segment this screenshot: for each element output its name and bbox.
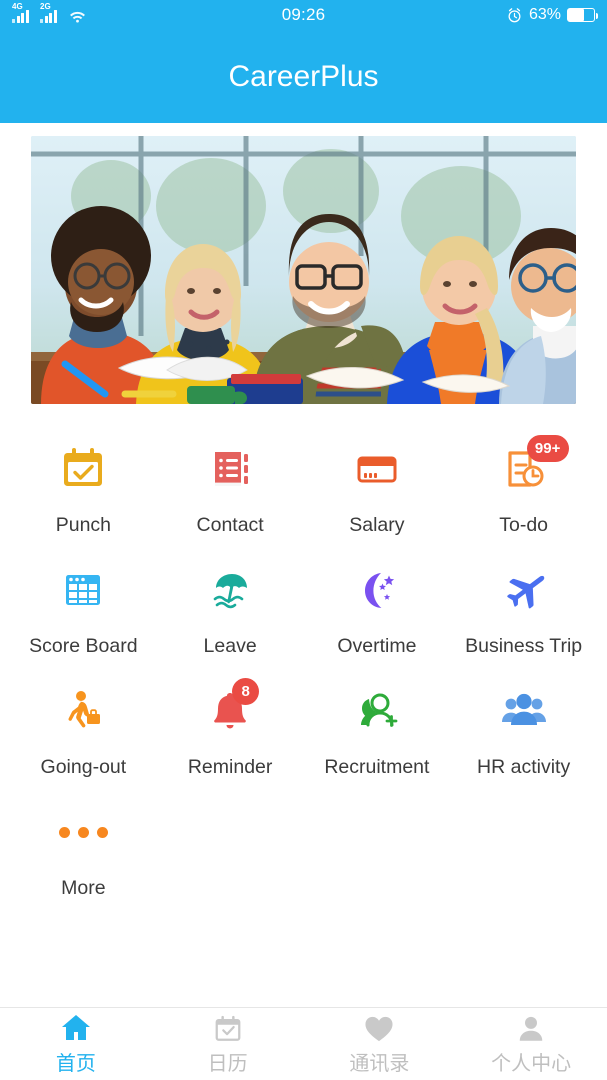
grid-item-label: Leave [203, 635, 257, 657]
grid-item-salary[interactable]: Salary [304, 426, 451, 547]
home-icon [60, 1013, 92, 1043]
status-bar: 4G 2G 09:26 63% [0, 0, 607, 30]
app-title-bar: CareerPlus [0, 30, 607, 123]
nav-item-profile[interactable]: 个人中心 [455, 1013, 607, 1076]
status-bar-right: 63% [506, 6, 598, 24]
grid-item-label: Overtime [337, 635, 417, 657]
grid-item-overtime[interactable]: Overtime [304, 547, 451, 668]
nav-item-label: 通讯录 [349, 1052, 410, 1075]
add-person-icon [346, 680, 408, 742]
grid-item-label: More [61, 877, 106, 899]
grid-item-label: Going-out [40, 756, 127, 778]
promo-banner-image[interactable] [31, 136, 576, 404]
nav-item-calendar[interactable]: 日历 [152, 1013, 304, 1076]
grid-item-recruitment[interactable]: Recruitment [304, 668, 451, 789]
more-dots-icon [52, 801, 114, 863]
banner-container [0, 123, 607, 404]
grid-item-label: Punch [55, 514, 112, 536]
status-badge: 8 [232, 678, 260, 705]
bell-icon: 8 [199, 678, 261, 742]
people-group-icon [493, 680, 555, 742]
status-badge: 99+ [526, 435, 569, 462]
grid-item-hr-activity[interactable]: HR activity [450, 668, 597, 789]
alarm-clock-icon [506, 7, 523, 24]
grid-item-reminder[interactable]: 8 Reminder [157, 668, 304, 789]
walking-traveler-icon [52, 680, 114, 742]
grid-item-business-trip[interactable]: Business Trip [450, 547, 597, 668]
grid-item-contact[interactable]: Contact [157, 426, 304, 547]
grid-item-label: Salary [349, 514, 405, 536]
nav-item-label: 首页 [55, 1052, 96, 1075]
calendar-check-icon [52, 438, 114, 500]
grid-item-label: Contact [196, 514, 264, 536]
main-content: Punch Contact Salary 99+ To-do Score Boa… [0, 123, 607, 1007]
airplane-icon [493, 559, 555, 621]
nav-item-contacts[interactable]: 通讯录 [304, 1013, 456, 1076]
nav-item-home[interactable]: 首页 [0, 1013, 152, 1076]
app-screen: 4G 2G 09:26 63% CareerPlus Punch Contact… [0, 0, 607, 1080]
grid-item-more[interactable]: More [10, 789, 157, 910]
grid-item-punch[interactable]: Punch [10, 426, 157, 547]
grid-item-label: HR activity [477, 756, 571, 778]
battery-percent-label: 63% [528, 6, 561, 23]
grid-item-going-out[interactable]: Going-out [10, 668, 157, 789]
nav-item-label: 个人中心 [491, 1052, 572, 1075]
grid-item-score-board[interactable]: Score Board [10, 547, 157, 668]
beach-umbrella-icon [199, 559, 261, 621]
page-title: CareerPlus [228, 59, 379, 93]
battery-icon [567, 8, 598, 22]
clipboard-clock-icon: 99+ [493, 435, 569, 500]
heart-icon [363, 1013, 395, 1043]
banner-illustration [31, 136, 576, 404]
bottom-navigation-bar: 首页 日历 通讯录 个人中心 [0, 1007, 607, 1080]
grid-item-label: To-do [499, 514, 549, 536]
moon-stars-icon [346, 559, 408, 621]
person-icon [516, 1013, 546, 1043]
calendar-icon [213, 1013, 243, 1043]
credit-card-icon [346, 438, 408, 500]
nav-item-label: 日历 [207, 1052, 248, 1075]
grid-item-label: Business Trip [465, 635, 583, 657]
grid-item-label: Recruitment [324, 756, 430, 778]
grid-item-label: Reminder [187, 756, 273, 778]
grid-item-leave[interactable]: Leave [157, 547, 304, 668]
table-grid-icon [52, 559, 114, 621]
address-book-icon [199, 438, 261, 500]
grid-item-label: Score Board [29, 635, 138, 657]
grid-item-to-do[interactable]: 99+ To-do [450, 426, 597, 547]
feature-grid: Punch Contact Salary 99+ To-do Score Boa… [0, 404, 607, 910]
